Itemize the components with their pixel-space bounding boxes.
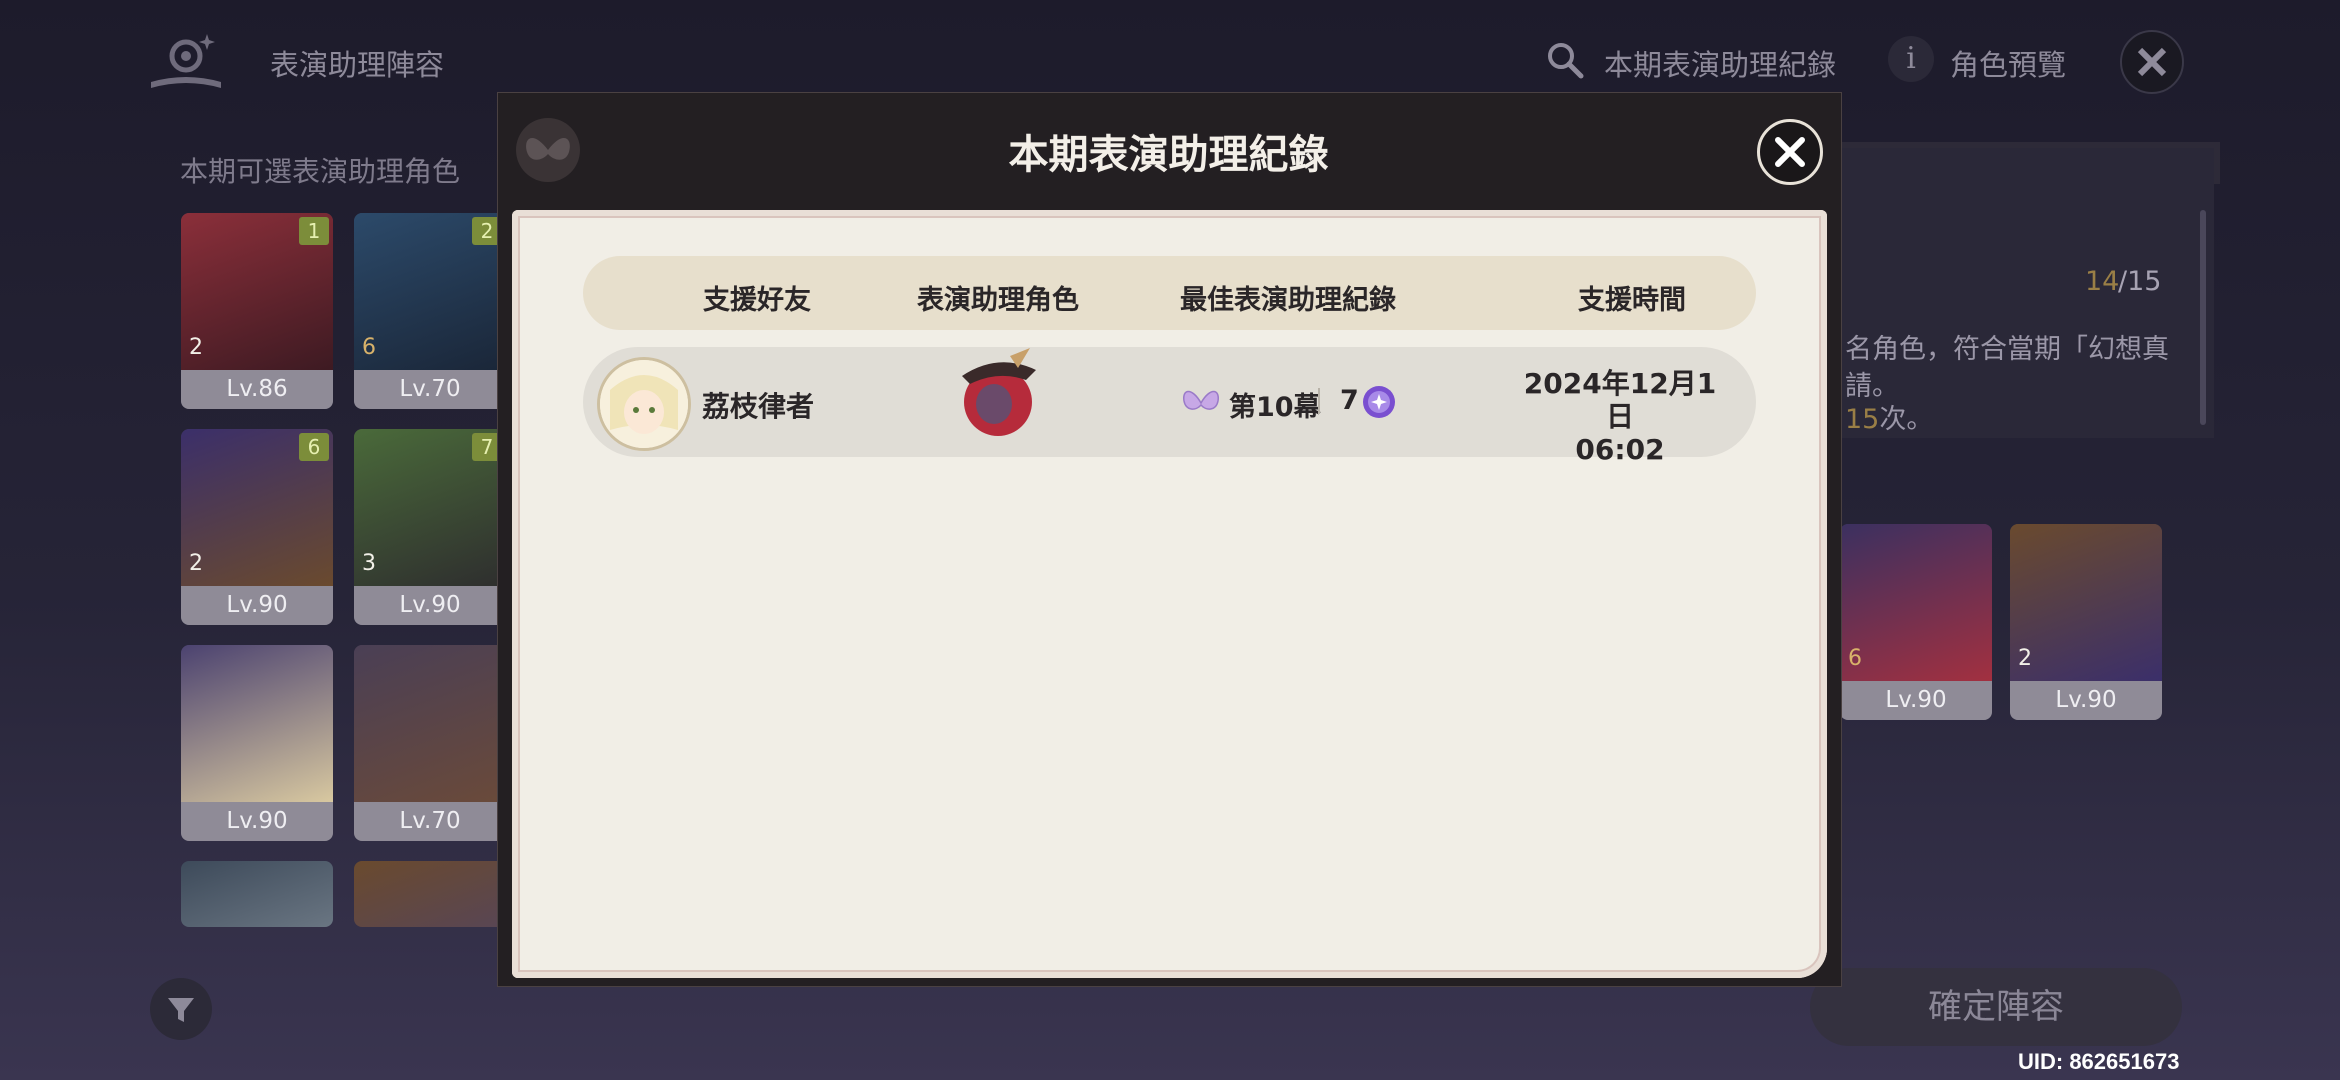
- character-level: Lv.86: [181, 370, 333, 409]
- lineup-title: 表演助理陣容: [270, 48, 445, 82]
- character-portrait: [2010, 524, 2162, 681]
- character-portrait: [354, 645, 506, 802]
- character-portrait: [181, 645, 333, 802]
- constellation-count: 3: [362, 551, 376, 576]
- constellation-count: 2: [189, 335, 203, 360]
- character-level: Lv.70: [354, 370, 506, 409]
- character-level: Lv.90: [2010, 681, 2162, 720]
- character-level: Lv.70: [354, 802, 506, 841]
- character-portrait: [1840, 524, 1992, 681]
- uid-label: UID: 862651673: [2018, 1049, 2180, 1074]
- info-icon[interactable]: i: [1888, 36, 1934, 82]
- filter-icon[interactable]: [150, 978, 212, 1040]
- constellation-count: 2: [2018, 646, 2032, 671]
- best-stars: 7: [1340, 385, 1359, 416]
- character-card[interactable]: 6 Lv.90: [1840, 524, 1992, 720]
- character-card[interactable]: [354, 861, 506, 927]
- support-time: 2024年12月1日 06:02: [1520, 367, 1720, 466]
- event-description-line: 15次。: [1845, 397, 1933, 436]
- friend-avatar: [597, 357, 691, 451]
- scrollbar[interactable]: [2200, 210, 2206, 425]
- constellation-count: 2: [189, 551, 203, 576]
- assistant-character-icon: [956, 346, 1040, 440]
- theater-logo-icon: [145, 28, 227, 94]
- friend-name: 荔枝律者: [702, 390, 815, 423]
- character-card[interactable]: 2 6 Lv.70: [354, 213, 506, 409]
- section-label: 本期可選表演助理角色: [180, 155, 461, 188]
- character-card[interactable]: Lv.90: [181, 645, 333, 841]
- modal-title: 本期表演助理紀錄: [1008, 132, 1329, 178]
- selection-badge: 6: [299, 433, 329, 461]
- constellation-count: 6: [1848, 646, 1862, 671]
- close-icon[interactable]: [2120, 30, 2184, 94]
- description-tail: 次。: [1879, 404, 1934, 435]
- search-icon[interactable]: [1545, 40, 1585, 80]
- selection-badge: 1: [299, 217, 329, 245]
- support-clock: 06:02: [1575, 433, 1665, 466]
- character-card[interactable]: [181, 861, 333, 927]
- character-level: Lv.90: [354, 586, 506, 625]
- selected-count: 14: [2085, 266, 2120, 297]
- confirm-lineup-button[interactable]: 確定陣容: [1810, 968, 2182, 1046]
- separator: [1318, 388, 1320, 414]
- character-preview-link[interactable]: 角色預覽: [1950, 42, 2066, 84]
- best-act: 第10幕: [1229, 392, 1321, 423]
- character-level: Lv.90: [1840, 681, 1992, 720]
- star-medal-icon: [1361, 384, 1397, 420]
- column-header-friend: 支援好友: [703, 285, 811, 316]
- support-date: 2024年12月1日: [1523, 367, 1717, 433]
- character-card[interactable]: 6 2 Lv.90: [181, 429, 333, 625]
- character-card[interactable]: 2 Lv.90: [2010, 524, 2162, 720]
- event-description-line: 名角色，符合當期「幻想真: [1845, 334, 2169, 365]
- close-icon[interactable]: [1757, 119, 1823, 185]
- character-portrait: [354, 861, 506, 927]
- column-header-character: 表演助理角色: [917, 285, 1079, 316]
- column-header-time: 支援時間: [1578, 285, 1686, 316]
- record-link[interactable]: 本期表演助理紀錄: [1604, 42, 1836, 84]
- character-card[interactable]: 7 3 Lv.90: [354, 429, 506, 625]
- constellation-count: 6: [362, 335, 376, 360]
- character-card[interactable]: Lv.70: [354, 645, 506, 841]
- character-level: Lv.90: [181, 586, 333, 625]
- character-portrait: [181, 861, 333, 927]
- butterfly-icon: [1180, 383, 1222, 421]
- column-header-best-record: 最佳表演助理紀錄: [1180, 285, 1396, 316]
- highlight-number: 15: [1845, 404, 1880, 435]
- character-level: Lv.90: [181, 802, 333, 841]
- character-card[interactable]: 1 2 Lv.86: [181, 213, 333, 409]
- selected-max: /15: [2118, 266, 2162, 297]
